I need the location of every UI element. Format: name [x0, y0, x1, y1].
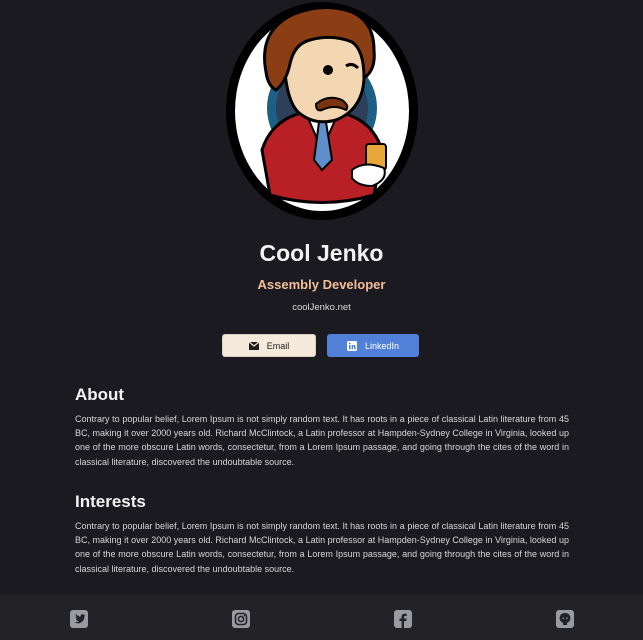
instagram-icon	[232, 610, 250, 628]
profile-name: Cool Jenko	[259, 240, 384, 266]
facebook-icon	[394, 610, 412, 628]
linkedin-button-label: LinkedIn	[364, 340, 400, 351]
profile-role: Assembly Developer	[257, 277, 386, 292]
profile-website[interactable]: coolJenko.net	[0, 302, 643, 313]
about-text: Contrary to popular belief, Lorem Ipsum …	[75, 414, 569, 467]
twitter-icon	[70, 610, 88, 628]
interests-heading: Interests	[75, 492, 146, 511]
github-icon	[556, 610, 574, 628]
footer	[0, 594, 643, 640]
facebook-link[interactable]	[394, 610, 412, 628]
linkedin-icon	[346, 340, 357, 351]
instagram-link[interactable]	[232, 610, 250, 628]
about-heading: About	[75, 385, 125, 404]
linkedin-button[interactable]: LinkedIn	[327, 334, 419, 357]
github-link[interactable]	[556, 610, 574, 628]
email-button[interactable]: Email	[222, 334, 316, 357]
envelope-icon	[248, 341, 259, 350]
avatar	[224, 0, 420, 222]
twitter-link[interactable]	[70, 610, 88, 628]
email-button-label: Email	[266, 340, 290, 351]
interests-text: Contrary to popular belief, Lorem Ipsum …	[75, 521, 569, 574]
